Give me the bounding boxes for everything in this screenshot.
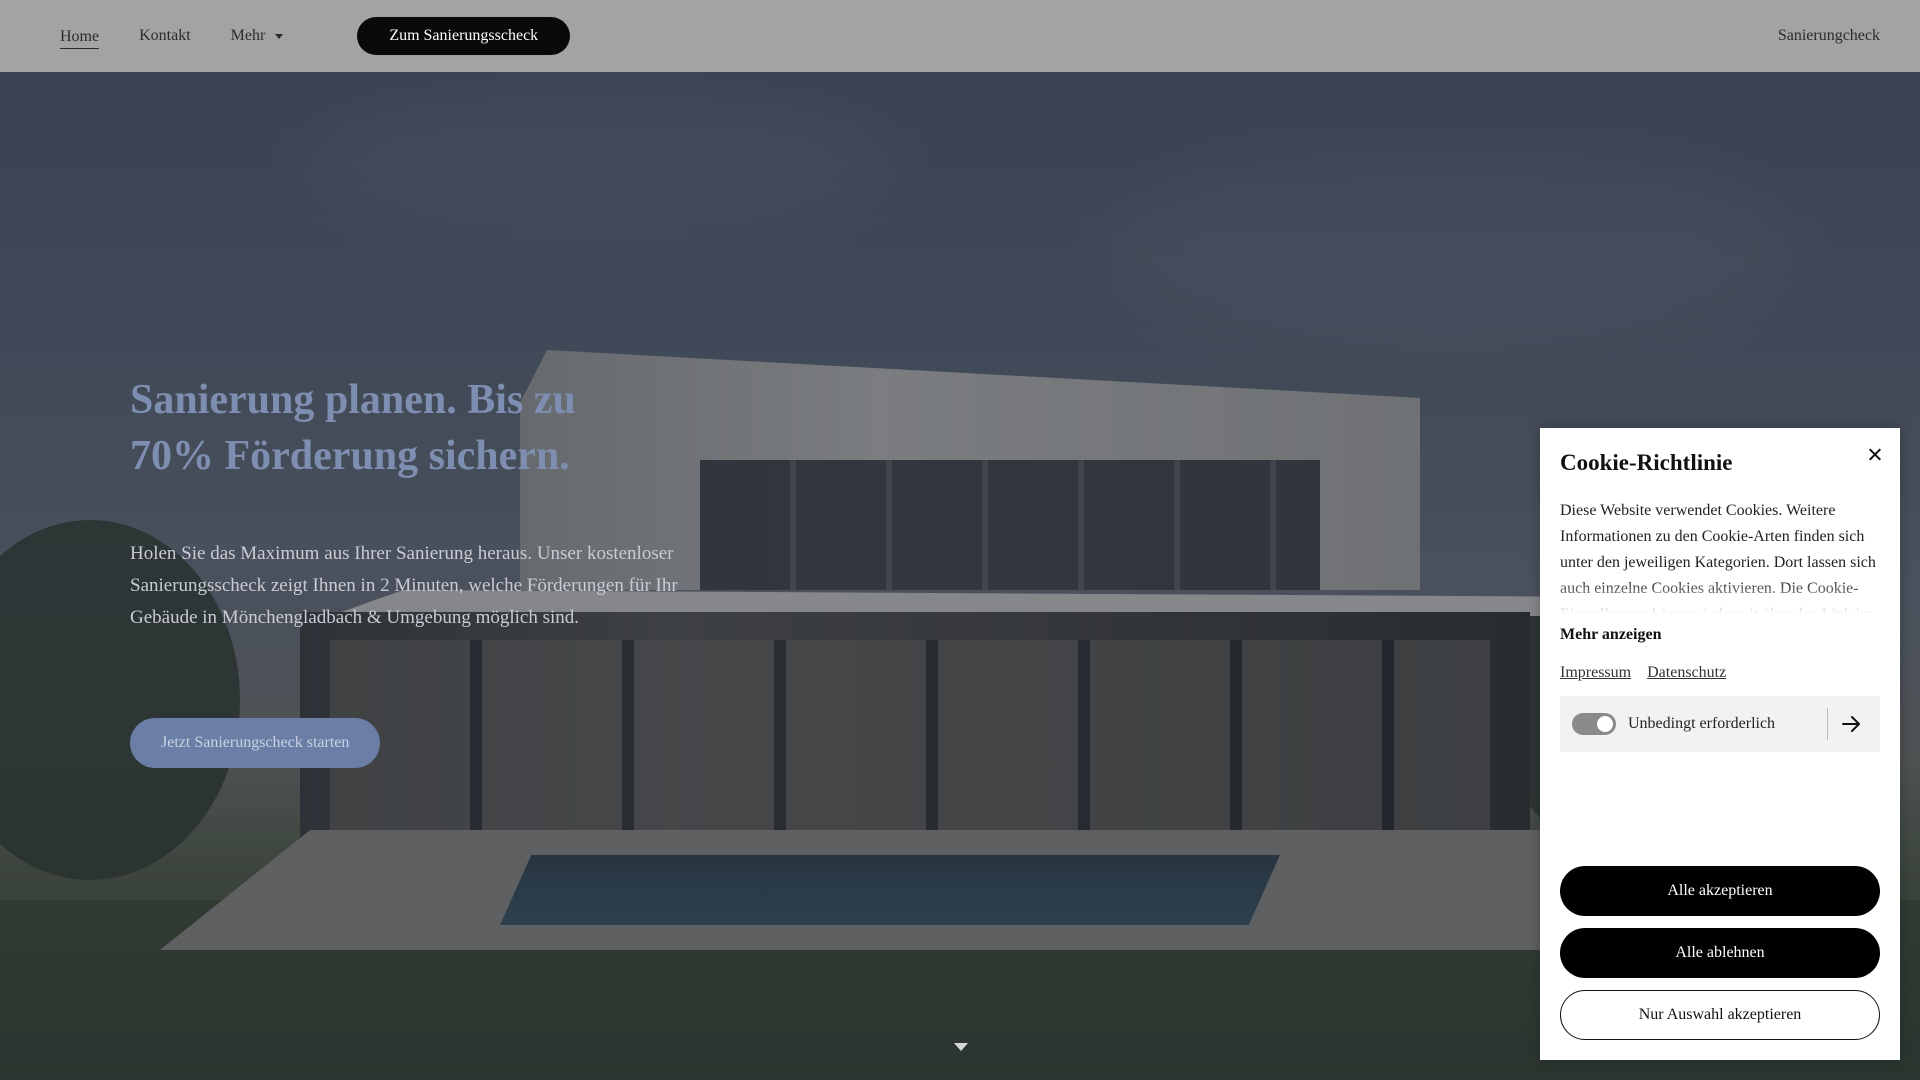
scroll-down-icon[interactable]: [954, 1043, 968, 1051]
cookie-text-fade: [1560, 580, 1880, 618]
hero-title: Sanierung planen. Bis zu 70% Förderung s…: [130, 372, 690, 484]
cookie-buttons: Alle akzeptieren Alle ablehnen Nur Auswa…: [1560, 854, 1880, 1040]
category-label: Unbedingt erforderlich: [1628, 715, 1776, 732]
reject-all-button[interactable]: Alle ablehnen: [1560, 928, 1880, 978]
hero-title-line-2: 70% Förderung sichern.: [130, 433, 570, 479]
show-more-toggle[interactable]: Mehr anzeigen: [1560, 626, 1880, 644]
hero-content: Sanierung planen. Bis zu 70% Förderung s…: [130, 372, 690, 768]
impressum-link[interactable]: Impressum: [1560, 664, 1631, 682]
sanierungcheck-link[interactable]: Sanierungcheck: [1778, 27, 1880, 45]
nav-mehr-label: Mehr: [230, 27, 266, 44]
category-divider: [1827, 708, 1828, 740]
cookie-dialog: Cookie-Richtlinie Diese Website verwende…: [1540, 428, 1900, 1060]
close-icon[interactable]: [1864, 444, 1886, 466]
cookie-title: Cookie-Richtlinie: [1560, 450, 1733, 475]
cookie-links: Impressum Datenschutz: [1560, 664, 1880, 682]
start-sanierungscheck-button[interactable]: Jetzt Sanierungscheck starten: [130, 718, 381, 768]
accept-all-button[interactable]: Alle akzeptieren: [1560, 866, 1880, 916]
accept-selection-button[interactable]: Nur Auswahl akzeptieren: [1560, 990, 1880, 1040]
datenschutz-link[interactable]: Datenschutz: [1647, 664, 1726, 682]
hero-description: Holen Sie das Maximum aus Ihrer Sanierun…: [130, 543, 678, 628]
cookie-text-container: Diese Website verwendet Cookies. Weitere…: [1560, 498, 1880, 618]
site-header: Home Kontakt Mehr Zum Sanierungsscheck S…: [0, 0, 1920, 72]
nav-kontakt[interactable]: Kontakt: [139, 27, 191, 45]
nav-home[interactable]: Home: [60, 28, 100, 49]
chevron-down-icon: [275, 33, 284, 39]
sanierungscheck-cta-button[interactable]: Zum Sanierungsscheck: [357, 17, 571, 55]
arrow-right-icon[interactable]: [1834, 709, 1868, 739]
required-cookies-toggle[interactable]: [1572, 713, 1616, 735]
hero-title-line-1: Sanierung planen. Bis zu: [130, 377, 576, 423]
cookie-category-required: Unbedingt erforderlich: [1560, 696, 1880, 752]
nav-mehr[interactable]: Mehr: [231, 27, 284, 45]
